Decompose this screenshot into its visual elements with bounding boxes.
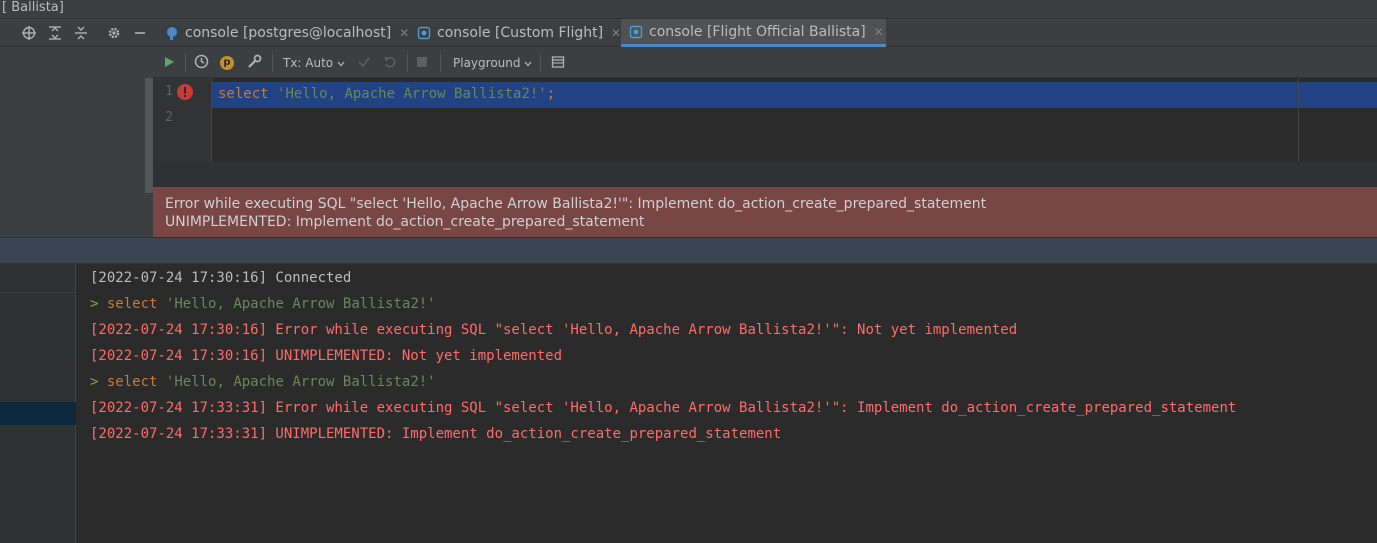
transaction-mode-dropdown[interactable]: Tx: Auto: [283, 53, 345, 73]
panel-divider[interactable]: [0, 237, 1377, 264]
expand-all-icon[interactable]: [45, 23, 65, 43]
console-output: [2022-07-24 17:30:16] Connected > select…: [76, 264, 1377, 543]
transaction-mode-label: Tx: Auto: [283, 56, 334, 70]
editor-gutter: 1 2: [153, 78, 212, 162]
check-icon: [357, 55, 371, 72]
schema-label: Playground: [453, 56, 521, 70]
table-grid-icon: [551, 55, 565, 72]
postgres-elephant-icon: [165, 26, 179, 40]
close-icon[interactable]: ✕: [874, 25, 884, 39]
editor-right-margin: [1298, 78, 1299, 162]
settings-button[interactable]: [247, 53, 262, 73]
line-number: 2: [165, 110, 173, 125]
stop-icon: [416, 56, 428, 71]
services-session-list: [0, 264, 76, 543]
output-line: > select 'Hello, Apache Arrow Ballista2!…: [90, 372, 436, 392]
schema-dropdown[interactable]: Playground: [453, 53, 532, 73]
tab-label: console [Flight Official Ballista]: [649, 23, 866, 40]
output-line: > select 'Hello, Apache Arrow Ballista2!…: [90, 294, 436, 314]
parameters-button[interactable]: p: [220, 53, 234, 73]
sql-terminator: ;: [546, 86, 556, 102]
tab-custom-flight-console[interactable]: console [Custom Flight] ✕: [409, 19, 621, 47]
sql-keyword: select: [218, 86, 269, 102]
output-line: [2022-07-24 17:33:31] UNIMPLEMENTED: Imp…: [90, 426, 782, 442]
rollback-button[interactable]: [383, 53, 397, 73]
sql-string: 'Hello, Apache Arrow Ballista2!': [165, 296, 436, 312]
console-toolbar: p Tx: Auto Playground: [153, 47, 1377, 78]
flight-datasource-icon: [629, 25, 643, 39]
close-icon[interactable]: ✕: [399, 26, 409, 40]
editor-tab-bar: console [postgres@localhost] ✕ console […: [153, 19, 1377, 47]
collapse-all-icon[interactable]: [71, 23, 91, 43]
services-tree-panel: [0, 47, 153, 237]
window-title: [ Ballista]: [0, 0, 1377, 19]
wrench-icon: [247, 54, 262, 72]
code-line[interactable]: select 'Hello, Apache Arrow Ballista2!';: [218, 84, 555, 104]
sql-keyword: select: [106, 296, 158, 312]
prompt-marker: >: [90, 296, 99, 312]
services-toolbar: [0, 19, 153, 47]
tab-label: console [postgres@localhost]: [185, 25, 392, 41]
execute-button[interactable]: [162, 53, 176, 73]
editor-empty-area: [153, 162, 1377, 187]
sql-string: 'Hello, Apache Arrow Ballista2!': [277, 86, 547, 102]
gutter-scroll-marker: [145, 78, 153, 193]
gear-icon[interactable]: [104, 23, 124, 43]
commit-button[interactable]: [357, 53, 371, 73]
prompt-marker: >: [90, 374, 99, 390]
target-icon[interactable]: [19, 23, 39, 43]
error-marker-icon[interactable]: [176, 83, 194, 105]
tab-ballista-console[interactable]: console [Flight Official Ballista] ✕: [621, 19, 886, 47]
close-icon[interactable]: ✕: [611, 26, 621, 40]
sql-string: 'Hello, Apache Arrow Ballista2!': [165, 374, 436, 390]
error-banner: Error while executing SQL "select 'Hello…: [153, 187, 1377, 237]
chevron-down-icon: [524, 56, 532, 70]
flight-datasource-icon: [417, 26, 431, 40]
tab-postgres-console[interactable]: console [postgres@localhost] ✕: [157, 19, 409, 47]
output-line: [2022-07-24 17:33:31] Error while execut…: [90, 400, 1237, 416]
tab-label: console [Custom Flight]: [437, 25, 604, 41]
parameter-badge-icon: p: [220, 56, 234, 70]
output-line: [2022-07-24 17:30:16] UNIMPLEMENTED: Not…: [90, 348, 563, 364]
line-number: 1: [165, 84, 173, 99]
clock-icon: [194, 54, 209, 72]
sql-editor[interactable]: select 'Hello, Apache Arrow Ballista2!';: [212, 78, 1377, 162]
history-button[interactable]: [194, 53, 209, 73]
error-banner-line: UNIMPLEMENTED: Implement do_action_creat…: [165, 214, 645, 230]
error-banner-line: Error while executing SQL "select 'Hello…: [165, 196, 987, 212]
undo-icon: [383, 55, 397, 72]
chevron-down-icon: [337, 56, 345, 70]
table-view-button[interactable]: [551, 53, 565, 73]
selected-session-row[interactable]: [0, 402, 76, 425]
sql-keyword: select: [106, 374, 158, 390]
minimize-icon[interactable]: [130, 23, 150, 43]
stop-button[interactable]: [416, 53, 428, 73]
play-icon: [162, 55, 176, 72]
output-line: [2022-07-24 17:30:16] Connected: [90, 270, 352, 286]
output-line: [2022-07-24 17:30:16] Error while execut…: [90, 322, 1018, 338]
